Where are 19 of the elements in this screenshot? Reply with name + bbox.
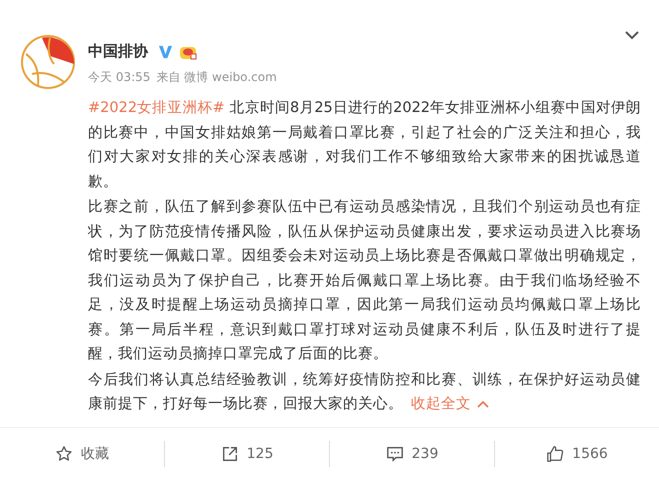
post-time: 今天 03:55 [88, 69, 150, 86]
more-chevron-icon[interactable] [625, 31, 639, 40]
comment-icon [386, 444, 404, 462]
post-source: 来自 微博 weibo.com [156, 69, 277, 86]
post-paragraph: 今后我们将认真总结经验教训，统筹好疫情防控和比赛、训练，在保护好运动员健康前提下，打好每一场比赛，回报大家的关心。 收起全文 [88, 368, 641, 416]
like-button[interactable]: 1566 [494, 440, 659, 466]
repost-button[interactable]: 125 [164, 440, 329, 466]
post-paragraph: 比赛之前，队伍了解到参赛队伍中已有运动员感染情况，且我们个别运动员也有症状，为了防范疫情传播风险，队伍从保护运动员健康出发，要求运动员进入比赛场馆时要统一佩戴口罩。因组委会未对运动员上场比赛是否佩戴口罩做出明确规定，我们运动员为了保护自己，比赛开始后佩戴口罩上场比赛。由于我们临场经验不足，没及时提醒上场运动员摘掉口罩，因此第一局我们运动员均佩戴口罩上场比赛。第一局后半程，意识到戴口罩打球对运动员健康不利后，队伍及时进行了提醒，我们运动员摘掉口罩完成了后面的比赛。 [88, 198, 641, 364]
thumbs-up-icon [546, 444, 564, 462]
favorite-button[interactable]: 收藏 [0, 440, 164, 466]
post-paragraph: #2022女排亚洲杯# 北京时间8月25日进行的2022年女排亚洲杯小组赛中国对伊朗的比赛中，中国女排姑娘第一局戴着口罩比赛，引起了社会的广泛关注和担心，我们对大家对女排的关心深表感谢，对我们工作不够细致给大家带来的困扰诚恳道歉。 [88, 98, 641, 192]
star-icon [55, 444, 73, 462]
collapse-link[interactable]: 收起全文 [411, 392, 489, 416]
caret-up-icon [477, 400, 489, 408]
comment-button[interactable]: 239 [329, 440, 494, 466]
avatar-logo-icon[interactable] [20, 34, 76, 90]
hashtag-link[interactable]: #2022女排亚洲杯# [88, 100, 225, 116]
author-name[interactable]: 中国排协 [88, 42, 148, 61]
share-icon [220, 444, 239, 462]
